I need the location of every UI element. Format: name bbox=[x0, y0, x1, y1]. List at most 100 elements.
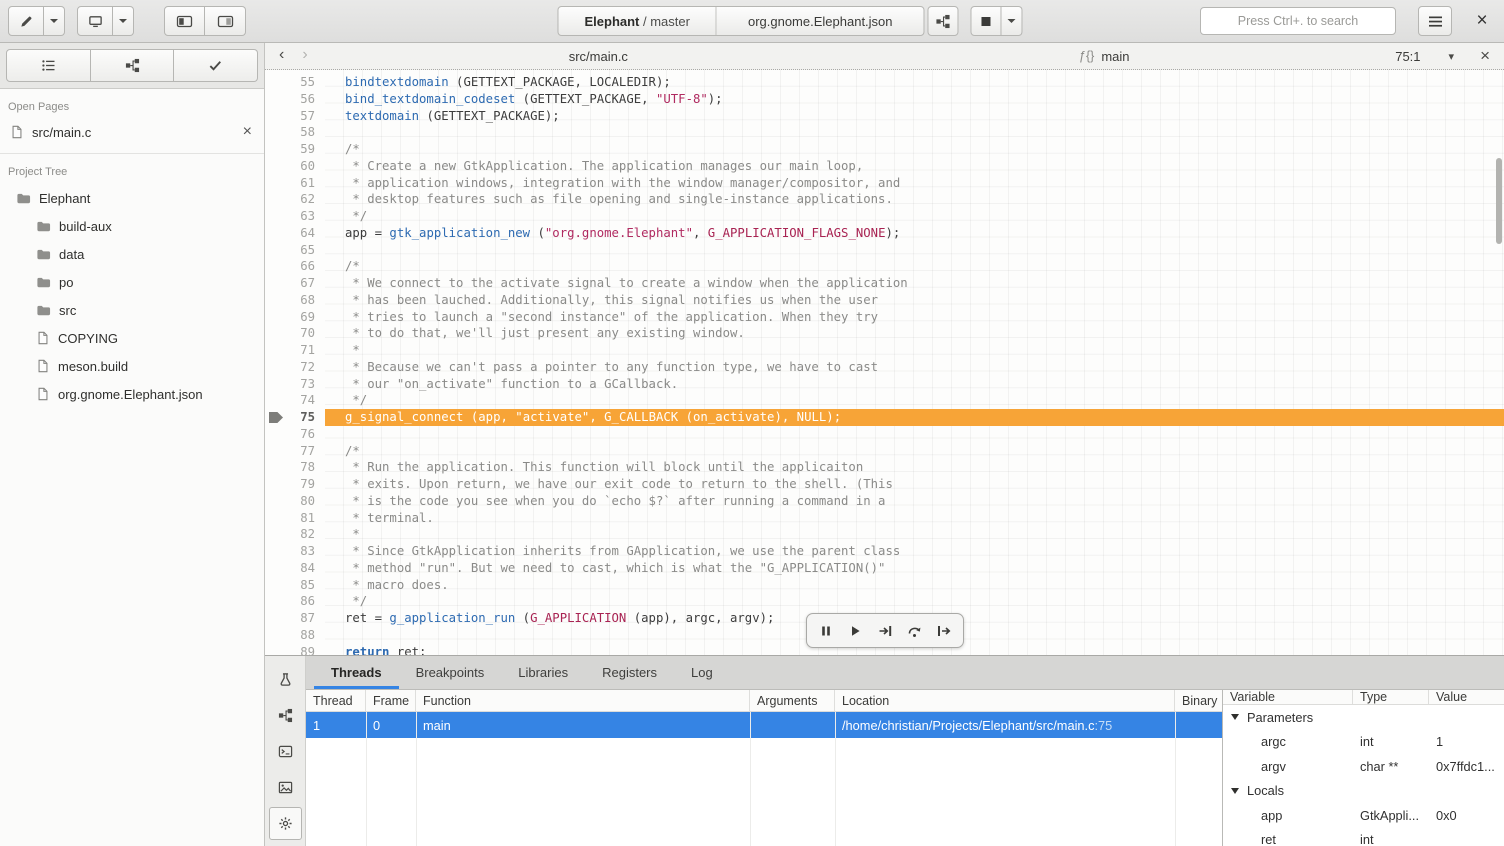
code-editor[interactable]: 55bindtextdomain (GETTEXT_PACKAGE, LOCAL… bbox=[265, 70, 1504, 655]
back-button[interactable]: ‹ bbox=[279, 47, 284, 65]
run-options-dropdown[interactable] bbox=[1002, 6, 1023, 36]
line-gutter[interactable]: 74 bbox=[265, 392, 325, 409]
tree-item-org.gnome.Elephant.json[interactable]: org.gnome.Elephant.json bbox=[0, 380, 264, 408]
toggle-right-panel-button[interactable] bbox=[205, 6, 246, 36]
project-branch-button[interactable]: Elephant / master bbox=[558, 7, 715, 35]
column-header-arguments[interactable]: Arguments bbox=[750, 690, 835, 711]
line-gutter[interactable]: 59 bbox=[265, 141, 325, 158]
line-gutter[interactable]: 84 bbox=[265, 560, 325, 577]
line-gutter[interactable]: 55 bbox=[265, 74, 325, 91]
sidebar-tab-todo[interactable] bbox=[174, 49, 258, 82]
code-line-79[interactable]: 79 * exits. Upon return, we have our exi… bbox=[265, 476, 1504, 493]
code-line-67[interactable]: 67 * We connect to the activate signal t… bbox=[265, 275, 1504, 292]
line-gutter[interactable]: 73 bbox=[265, 376, 325, 393]
column-header-thread[interactable]: Thread bbox=[306, 690, 366, 711]
gear-panel-button[interactable] bbox=[269, 807, 302, 840]
code-line-55[interactable]: 55bindtextdomain (GETTEXT_PACKAGE, LOCAL… bbox=[265, 74, 1504, 91]
line-gutter[interactable]: 70 bbox=[265, 325, 325, 342]
code-line-77[interactable]: 77/* bbox=[265, 443, 1504, 460]
line-gutter[interactable]: 64 bbox=[265, 225, 325, 242]
tree-item-build-aux[interactable]: build-aux bbox=[0, 212, 264, 240]
variable-row-app[interactable]: appGtkAppli...0x0 bbox=[1223, 803, 1504, 828]
column-header-value[interactable]: Value bbox=[1429, 690, 1504, 704]
variable-group-locals[interactable]: Locals bbox=[1223, 779, 1504, 804]
code-line-59[interactable]: 59/* bbox=[265, 141, 1504, 158]
line-gutter[interactable]: 56 bbox=[265, 91, 325, 108]
line-gutter[interactable]: 60 bbox=[265, 158, 325, 175]
step-over-button[interactable] bbox=[901, 617, 928, 644]
editor-close-button[interactable]: × bbox=[1480, 48, 1490, 64]
tab-threads[interactable]: Threads bbox=[314, 656, 399, 689]
step-out-button[interactable] bbox=[931, 617, 958, 644]
code-line-74[interactable]: 74 */ bbox=[265, 392, 1504, 409]
code-line-76[interactable]: 76 bbox=[265, 426, 1504, 443]
build-button[interactable] bbox=[928, 6, 959, 36]
line-gutter[interactable]: 81 bbox=[265, 510, 325, 527]
line-gutter[interactable]: 82 bbox=[265, 526, 325, 543]
code-line-82[interactable]: 82 * bbox=[265, 526, 1504, 543]
line-gutter[interactable]: 65 bbox=[265, 242, 325, 259]
line-gutter[interactable]: 76 bbox=[265, 426, 325, 443]
device-dropdown[interactable] bbox=[113, 6, 134, 36]
sidebar-tab-pages[interactable] bbox=[6, 49, 91, 82]
expander-icon[interactable] bbox=[1231, 714, 1239, 720]
variable-group-parameters[interactable]: Parameters bbox=[1223, 705, 1504, 730]
code-line-84[interactable]: 84 * method "run". But we need to cast, … bbox=[265, 560, 1504, 577]
line-gutter[interactable]: 71 bbox=[265, 342, 325, 359]
code-line-57[interactable]: 57textdomain (GETTEXT_PACKAGE); bbox=[265, 108, 1504, 125]
tree-panel-button[interactable] bbox=[269, 699, 302, 732]
open-page-item[interactable]: src/main.c × bbox=[0, 119, 264, 145]
perspective-editor-dropdown[interactable] bbox=[44, 6, 65, 36]
thread-row[interactable]: 10main/home/christian/Projects/Elephant/… bbox=[306, 712, 1222, 738]
code-line-81[interactable]: 81 * terminal. bbox=[265, 510, 1504, 527]
line-gutter[interactable]: 88 bbox=[265, 627, 325, 644]
code-line-68[interactable]: 68 * has been lauched. Additionally, thi… bbox=[265, 292, 1504, 309]
device-button[interactable] bbox=[77, 6, 113, 36]
editor-scrollbar[interactable] bbox=[1496, 158, 1502, 244]
column-header-variable[interactable]: Variable bbox=[1223, 690, 1353, 704]
code-line-85[interactable]: 85 * macro does. bbox=[265, 577, 1504, 594]
code-line-83[interactable]: 83 * Since GtkApplication inherits from … bbox=[265, 543, 1504, 560]
search-input[interactable] bbox=[1200, 7, 1396, 35]
line-gutter[interactable]: 85 bbox=[265, 577, 325, 594]
pause-button[interactable] bbox=[812, 617, 839, 644]
tab-libraries[interactable]: Libraries bbox=[501, 656, 585, 689]
tree-item-data[interactable]: data bbox=[0, 240, 264, 268]
line-gutter[interactable]: 72 bbox=[265, 359, 325, 376]
line-gutter[interactable]: 61 bbox=[265, 175, 325, 192]
code-line-65[interactable]: 65 bbox=[265, 242, 1504, 259]
line-gutter[interactable]: 58 bbox=[265, 124, 325, 141]
line-gutter[interactable]: 79 bbox=[265, 476, 325, 493]
line-gutter[interactable]: 57 bbox=[265, 108, 325, 125]
line-gutter[interactable]: 80 bbox=[265, 493, 325, 510]
sidebar-tab-tree[interactable] bbox=[91, 49, 175, 82]
code-line-80[interactable]: 80 * is the code you see when you do `ec… bbox=[265, 493, 1504, 510]
code-line-70[interactable]: 70 * to do that, we'll just present any … bbox=[265, 325, 1504, 342]
expander-icon[interactable] bbox=[1231, 788, 1239, 794]
code-line-56[interactable]: 56bind_textdomain_codeset (GETTEXT_PACKA… bbox=[265, 91, 1504, 108]
line-gutter[interactable]: 67 bbox=[265, 275, 325, 292]
code-line-66[interactable]: 66/* bbox=[265, 258, 1504, 275]
terminal-panel-button[interactable] bbox=[269, 735, 302, 768]
code-line-64[interactable]: 64app = gtk_application_new ("org.gnome.… bbox=[265, 225, 1504, 242]
line-gutter[interactable]: 78 bbox=[265, 459, 325, 476]
flask-panel-button[interactable] bbox=[269, 663, 302, 696]
line-gutter[interactable]: 66 bbox=[265, 258, 325, 275]
variable-row-ret[interactable]: retint bbox=[1223, 828, 1504, 846]
variable-row-argv[interactable]: argvchar **0x7ffdc1... bbox=[1223, 754, 1504, 779]
column-header-location[interactable]: Location bbox=[835, 690, 1175, 711]
code-line-73[interactable]: 73 * our "on_activate" function to a GCa… bbox=[265, 376, 1504, 393]
code-line-71[interactable]: 71 * bbox=[265, 342, 1504, 359]
code-line-86[interactable]: 86 */ bbox=[265, 593, 1504, 610]
continue-button[interactable] bbox=[842, 617, 869, 644]
window-close-button[interactable]: × bbox=[1472, 11, 1492, 31]
tree-item-COPYING[interactable]: COPYING bbox=[0, 324, 264, 352]
line-gutter[interactable]: 69 bbox=[265, 309, 325, 326]
code-line-78[interactable]: 78 * Run the application. This function … bbox=[265, 459, 1504, 476]
line-gutter[interactable]: 68 bbox=[265, 292, 325, 309]
line-gutter[interactable]: 77 bbox=[265, 443, 325, 460]
line-gutter[interactable]: 83 bbox=[265, 543, 325, 560]
current-symbol[interactable]: main bbox=[1101, 49, 1129, 64]
tree-item-src[interactable]: src bbox=[0, 296, 264, 324]
close-page-icon[interactable]: × bbox=[243, 125, 252, 139]
